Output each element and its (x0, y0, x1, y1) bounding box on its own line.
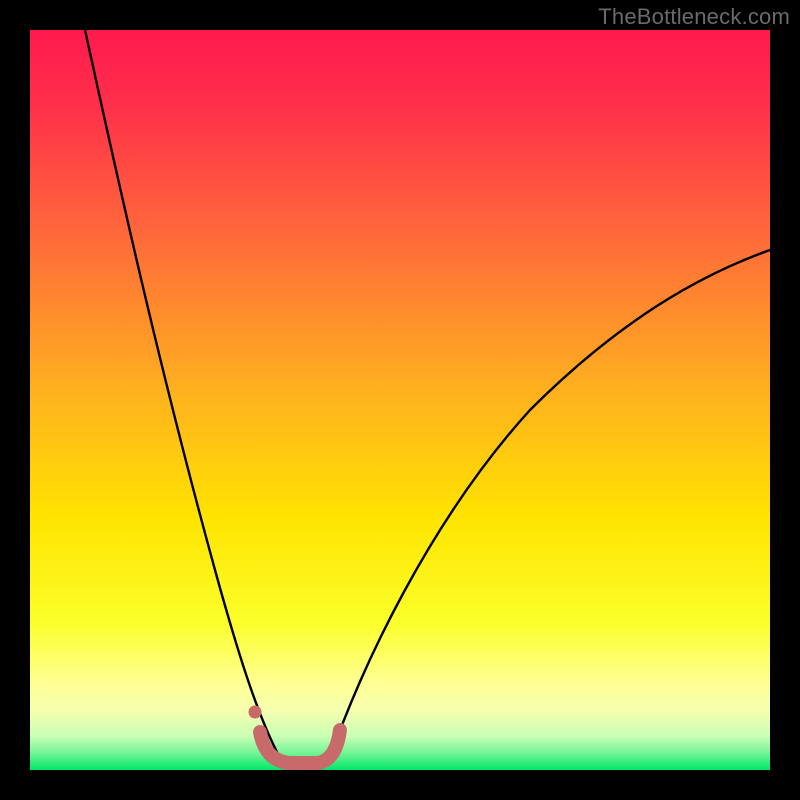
watermark-text: TheBottleneck.com (598, 4, 790, 30)
accent-dot (249, 706, 262, 719)
accent-arc (260, 730, 340, 763)
right-curve (330, 250, 770, 758)
plot-area (30, 30, 770, 770)
left-curve (85, 30, 280, 758)
curves-layer (30, 30, 770, 770)
chart-frame: TheBottleneck.com (0, 0, 800, 800)
